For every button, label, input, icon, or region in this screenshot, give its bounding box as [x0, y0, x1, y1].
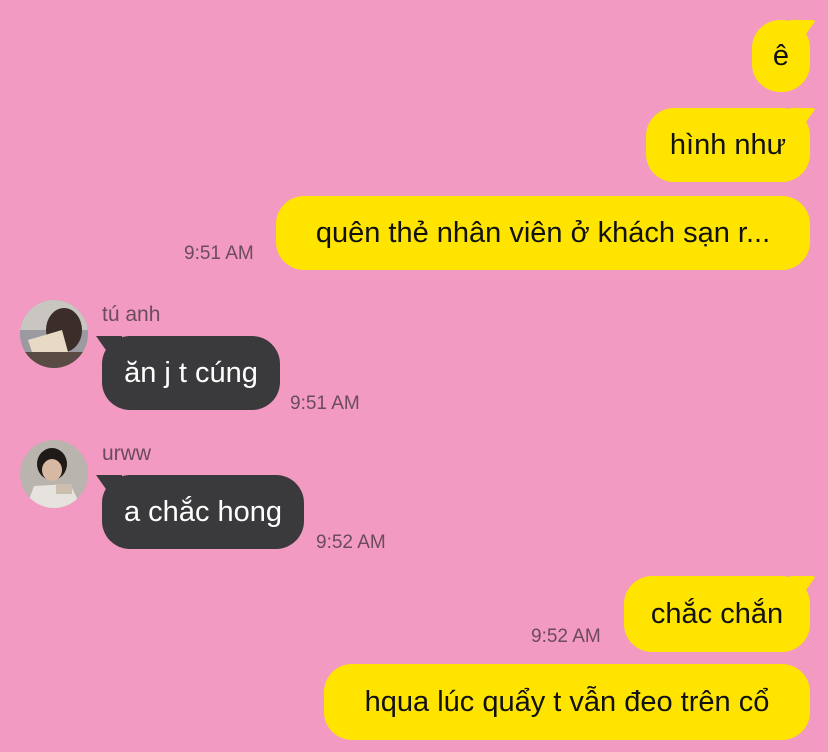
- user-photo-avatar-icon: [20, 440, 88, 508]
- message-text: ê: [772, 39, 790, 72]
- message-text: hình như: [669, 128, 787, 161]
- message-timestamp: 9:52 AM: [316, 532, 386, 553]
- message-timestamp: 9:51 AM: [184, 243, 254, 264]
- user-avatar[interactable]: [20, 300, 88, 368]
- message-text: a chắc hong: [124, 495, 283, 528]
- message-text: ăn j t cúng: [124, 356, 258, 389]
- message-text: hqua lúc quẩy t vẫn đeo trên cổ: [364, 685, 770, 718]
- own-message-bubble[interactable]: ê: [752, 20, 810, 92]
- own-message-bubble[interactable]: quên thẻ nhân viên ở khách sạn r...: [276, 196, 810, 270]
- own-message-bubble[interactable]: hình như: [646, 108, 810, 182]
- message-text: chắc chắn: [650, 597, 784, 630]
- message-text: quên thẻ nhân viên ở khách sạn r...: [315, 216, 771, 249]
- sender-name: urww: [102, 442, 152, 465]
- incoming-message-bubble[interactable]: a chắc hong: [102, 475, 304, 549]
- user-avatar[interactable]: [20, 440, 88, 508]
- own-message-bubble[interactable]: chắc chắn: [624, 576, 810, 652]
- message-timestamp: 9:52 AM: [531, 626, 601, 647]
- sender-name: tú anh: [102, 303, 161, 326]
- own-message-bubble[interactable]: hqua lúc quẩy t vẫn đeo trên cổ: [324, 664, 810, 740]
- message-timestamp: 9:51 AM: [290, 393, 360, 414]
- user-photo-avatar-icon: [20, 300, 88, 368]
- incoming-message-bubble[interactable]: ăn j t cúng: [102, 336, 280, 410]
